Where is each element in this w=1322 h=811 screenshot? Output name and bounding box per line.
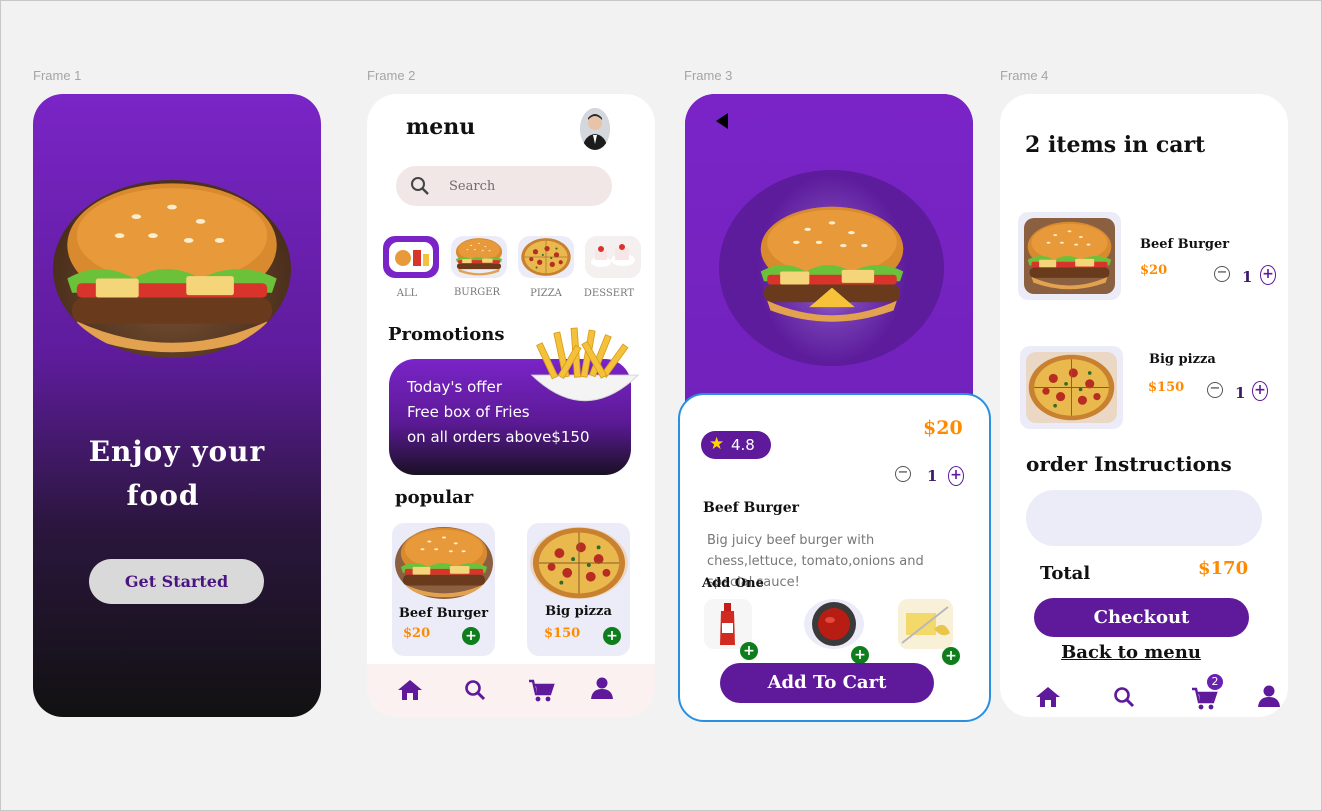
rating-badge: ★ 4.8 [701,431,771,459]
product-detail-screen: ★ 4.8 $20 − 1 + Beef Burger Big juicy be… [678,94,991,722]
popular-heading: popular [395,487,474,508]
pizza-image [530,527,628,599]
increase-quantity-button[interactable]: + [948,466,964,486]
decrease-quantity-button[interactable]: − [1207,382,1223,398]
popular-card-burger[interactable]: Beef Burger $20 + [392,523,495,656]
frame-label-4: Frame 4 [1000,68,1049,83]
back-arrow-icon[interactable] [715,112,729,130]
burger-image [751,200,913,330]
decrease-quantity-button[interactable]: − [895,466,911,482]
profile-icon[interactable] [590,676,614,700]
total-label: Total [1040,563,1091,584]
get-started-button[interactable]: Get Started [89,559,264,604]
star-icon: ★ [709,434,725,454]
cart-item-name: Big pizza [1149,352,1216,367]
add-icon[interactable]: + [603,627,621,645]
cart-item-image [1020,346,1123,429]
quantity-value: 1 [1242,268,1253,286]
popular-name: Beef Burger [398,606,489,621]
cart-item-price: $150 [1148,380,1185,395]
burger-image [395,527,493,599]
back-to-menu-link[interactable]: Back to menu [1000,642,1262,663]
category-dessert[interactable] [585,236,641,278]
add-icon[interactable]: + [462,627,480,645]
decrease-quantity-button[interactable]: − [1214,266,1230,282]
avatar[interactable] [580,108,610,150]
rating-value: 4.8 [731,436,755,454]
add-one-heading: Add One [702,576,764,591]
search-placeholder: Search [449,179,496,194]
category-label-burger: BURGER [453,287,501,298]
frame-label-3: Frame 3 [684,68,733,83]
splash-title-line-1: Enjoy your [88,435,266,468]
promotions-heading: Promotions [388,324,505,345]
quantity-value: 1 [1235,384,1246,402]
promo-line-1: Today's offer [407,378,502,396]
category-label-pizza: PIZZA [530,288,562,299]
profile-icon[interactable] [1257,684,1281,708]
search-icon [411,177,429,195]
page-title: menu [406,114,476,140]
cart-item-image [1018,212,1121,300]
product-name: Beef Burger [703,500,800,516]
add-icon[interactable]: + [740,642,758,660]
cart-title: 2 items in cart [1025,132,1206,158]
addon-ketchup-bottle[interactable] [704,599,752,649]
frame-label-1: Frame 1 [33,68,82,83]
increase-quantity-button[interactable]: + [1252,381,1268,401]
add-icon[interactable]: + [851,646,869,664]
cart-screen: 2 items in cart Beef Burger $20 − 1 + Bi… [1000,94,1288,717]
cart-count-badge: 2 [1207,674,1223,690]
hero-burger-image [53,180,291,358]
promo-line-2: Free box of Fries [407,403,530,421]
category-pizza[interactable] [518,236,574,278]
total-value: $170 [1198,558,1249,579]
addon-butter[interactable] [898,599,953,649]
fries-image [523,324,647,416]
home-icon[interactable] [1034,685,1062,709]
bottom-nav [367,664,655,717]
popular-name: Big pizza [545,604,612,619]
popular-card-pizza[interactable]: Big pizza $150 + [527,523,630,656]
add-to-cart-button[interactable]: Add To Cart [720,663,934,703]
cart-icon[interactable] [527,678,555,704]
search-icon[interactable] [463,678,487,702]
menu-screen: menu Search ALL BURGER PIZZA DESSERT Pro… [367,94,655,717]
addon-ketchup-dip[interactable] [804,599,864,649]
quantity-value: 1 [927,467,938,485]
frame-label-2: Frame 2 [367,68,416,83]
product-price: $20 [923,417,963,439]
checkout-button[interactable]: Checkout [1034,598,1249,637]
search-input[interactable]: Search [396,166,612,206]
promo-line-3: on all orders above$150 [407,428,590,446]
splash-title-line-2: food [126,479,200,512]
cart-item-name: Beef Burger [1140,237,1230,252]
home-icon[interactable] [396,678,424,702]
category-all[interactable] [383,236,439,278]
increase-quantity-button[interactable]: + [1260,265,1276,285]
add-icon[interactable]: + [942,647,960,665]
category-label-all: ALL [396,288,418,299]
order-instructions-input[interactable] [1026,490,1262,546]
splash-screen: Enjoy your food Get Started [33,94,321,717]
popular-price: $20 [403,626,431,641]
order-instructions-heading: order Instructions [1026,452,1232,476]
category-burger[interactable] [451,236,507,278]
search-icon[interactable] [1112,685,1136,709]
category-label-dessert: DESSERT [583,288,635,299]
cart-item-price: $20 [1140,263,1168,278]
popular-price: $150 [544,626,581,641]
product-info-card: ★ 4.8 $20 − 1 + Beef Burger Big juicy be… [678,393,991,722]
